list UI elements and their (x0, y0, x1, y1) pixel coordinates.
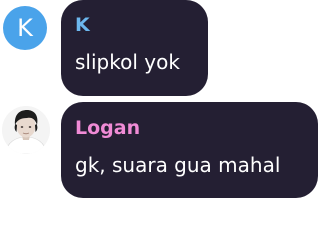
chat-thread: K K slipkol yok Logan gk, suara gua maha… (0, 0, 320, 250)
message-bubble[interactable]: Logan gk, suara gua mahal (61, 102, 318, 198)
message-text: gk, suara gua mahal (75, 153, 281, 177)
sender-name[interactable]: K (75, 12, 208, 38)
user-photo-avatar-icon (2, 106, 50, 154)
sender-name[interactable]: Logan (75, 115, 318, 141)
avatar-logan[interactable] (2, 106, 50, 154)
message-bubble[interactable]: K slipkol yok (61, 0, 208, 96)
message-text: slipkol yok (75, 50, 180, 74)
avatar-letter: K (17, 14, 33, 42)
avatar-k[interactable]: K (3, 6, 47, 50)
